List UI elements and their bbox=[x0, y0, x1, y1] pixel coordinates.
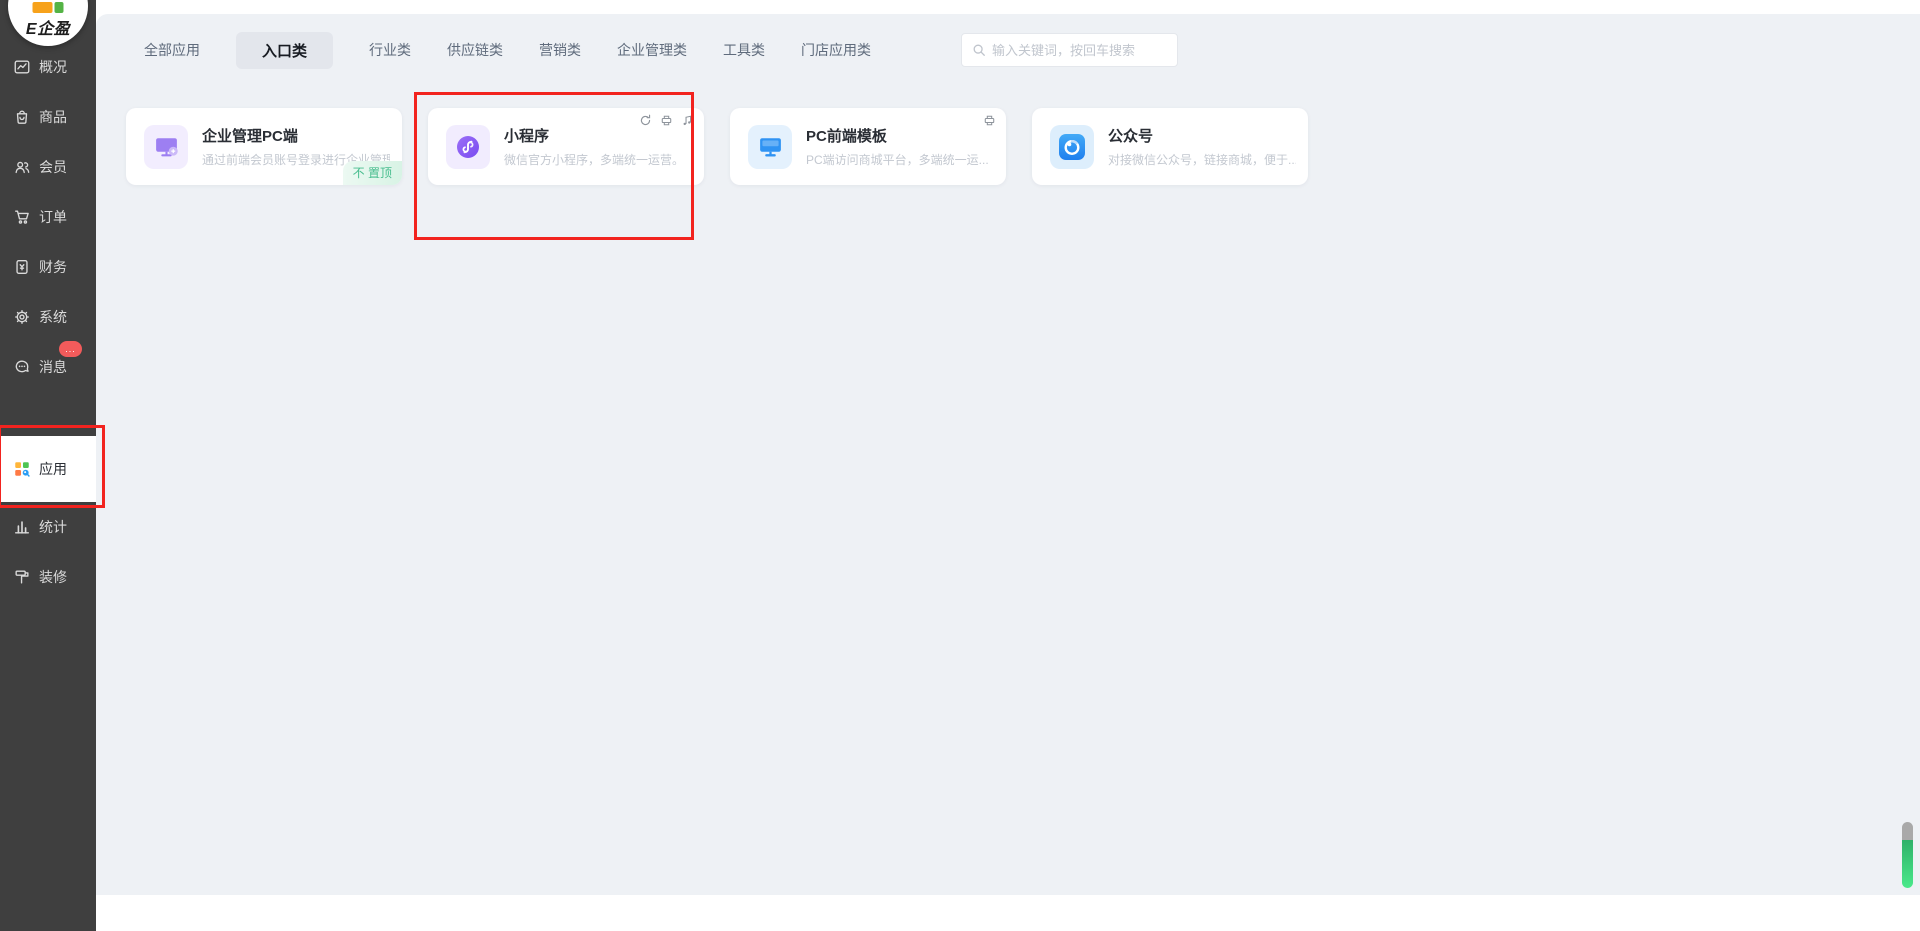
card-text: PC前端模板 PC端访问商城平台，多端统一运... bbox=[806, 125, 989, 168]
goods-icon bbox=[13, 108, 31, 126]
sidebar-item-label: 装修 bbox=[39, 567, 67, 587]
tab-all-apps[interactable]: 全部应用 bbox=[144, 40, 200, 60]
wechat-oa-app-icon bbox=[1050, 125, 1094, 169]
tab-industry[interactable]: 行业类 bbox=[369, 40, 411, 60]
card-title: 企业管理PC端 bbox=[202, 125, 390, 146]
card-description: PC端访问商城平台，多端统一运... bbox=[806, 151, 989, 168]
card-text: 小程序微信官方小程序，多端统一运营。 bbox=[504, 125, 684, 168]
finance-icon bbox=[13, 258, 31, 276]
sidebar-item-decorate[interactable]: 装修 bbox=[0, 565, 96, 589]
scrollbar-green-indicator bbox=[1902, 840, 1913, 888]
tab-tools[interactable]: 工具类 bbox=[723, 40, 765, 60]
sidebar-item-label: 商品 bbox=[39, 107, 67, 127]
card-actions bbox=[983, 114, 996, 127]
members-icon bbox=[13, 158, 31, 176]
search-box[interactable] bbox=[961, 33, 1178, 67]
sidebar-item-label: 财务 bbox=[39, 257, 67, 277]
pin-status-badge: 不 置顶 bbox=[343, 161, 402, 185]
sidebar: E企盈 概况商品会员订单财务系统消息... 应用统计装修 bbox=[0, 0, 96, 931]
scrollbar-cap bbox=[1902, 822, 1913, 840]
system-icon bbox=[13, 308, 31, 326]
app-card-pc-template[interactable]: PC前端模板 PC端访问商城平台，多端统一运... bbox=[730, 108, 1006, 185]
sidebar-item-goods[interactable]: 商品 bbox=[0, 105, 96, 129]
sidebar-item-message[interactable]: 消息 bbox=[0, 355, 96, 379]
card-text: 公众号对接微信公众号，链接商城，便于... bbox=[1108, 125, 1296, 168]
pc-admin-app-icon bbox=[144, 125, 188, 169]
sidebar-item-label: 应用 bbox=[39, 459, 67, 479]
tab-store-apps[interactable]: 门店应用类 bbox=[801, 40, 871, 60]
printer-icon[interactable] bbox=[983, 114, 996, 127]
logo-text: E企盈 bbox=[8, 15, 88, 39]
tab-entry[interactable]: 入口类 bbox=[236, 32, 333, 69]
category-tabs: 全部应用 入口类 行业类 供应链类 营销类 企业管理类 工具类 门店应用类 bbox=[144, 33, 871, 67]
sidebar-item-orders[interactable]: 订单 bbox=[0, 205, 96, 229]
card-description: 对接微信公众号，链接商城，便于... bbox=[1108, 151, 1296, 168]
sidebar-item-stats[interactable]: 统计 bbox=[0, 515, 96, 539]
card-description: 微信官方小程序，多端统一运营。 bbox=[504, 151, 684, 168]
sidebar-item-label: 统计 bbox=[39, 517, 67, 537]
pc-template-app-icon bbox=[748, 125, 792, 169]
scrollbar-thumb[interactable] bbox=[1902, 822, 1913, 888]
sidebar-item-label: 系统 bbox=[39, 307, 67, 327]
sidebar-item-overview[interactable]: 概况 bbox=[0, 55, 96, 79]
search-icon bbox=[972, 43, 986, 57]
message-count-badge: ... bbox=[59, 341, 82, 357]
main-area: 全部应用 入口类 行业类 供应链类 营销类 企业管理类 工具类 门店应用类 企业管理PC端通过… bbox=[96, 0, 1920, 931]
sidebar-item-members[interactable]: 会员 bbox=[0, 155, 96, 179]
search-input[interactable] bbox=[992, 43, 1167, 58]
tab-supply-chain[interactable]: 供应链类 bbox=[447, 40, 503, 60]
card-title: PC前端模板 bbox=[806, 125, 989, 146]
logo-blocks-icon bbox=[33, 2, 64, 13]
sidebar-item-label: 订单 bbox=[39, 207, 67, 227]
sidebar-item-finance[interactable]: 财务 bbox=[0, 255, 96, 279]
app-card-miniprogram[interactable]: 小程序微信官方小程序，多端统一运营。 bbox=[428, 108, 704, 185]
card-actions bbox=[639, 114, 694, 127]
app-card-pc-admin[interactable]: 企业管理PC端通过前端会员账号登录进行企业管理不 置顶 bbox=[126, 108, 402, 185]
orders-icon bbox=[13, 208, 31, 226]
sidebar-item-apps[interactable]: 应用 bbox=[0, 436, 96, 502]
card-title: 公众号 bbox=[1108, 125, 1296, 146]
note-icon[interactable] bbox=[681, 114, 694, 127]
sidebar-item-label: 概况 bbox=[39, 57, 67, 77]
sidebar-item-system[interactable]: 系统 bbox=[0, 305, 96, 329]
overview-icon bbox=[13, 58, 31, 76]
sidebar-item-label: 会员 bbox=[39, 157, 67, 177]
tab-marketing[interactable]: 营销类 bbox=[539, 40, 581, 60]
app-card-wechat-oa[interactable]: 公众号对接微信公众号，链接商城，便于... bbox=[1032, 108, 1308, 185]
printer-icon[interactable] bbox=[660, 114, 673, 127]
sidebar-item-label: 消息 bbox=[39, 357, 67, 377]
miniprogram-app-icon bbox=[446, 125, 490, 169]
brand-logo: E企盈 bbox=[8, 0, 88, 46]
stats-icon bbox=[13, 518, 31, 536]
message-icon bbox=[13, 358, 31, 376]
tab-enterprise-mgmt[interactable]: 企业管理类 bbox=[617, 40, 687, 60]
apps-icon bbox=[13, 460, 31, 478]
decorate-icon bbox=[13, 568, 31, 586]
sync-icon[interactable] bbox=[639, 114, 652, 127]
card-title: 小程序 bbox=[504, 125, 684, 146]
